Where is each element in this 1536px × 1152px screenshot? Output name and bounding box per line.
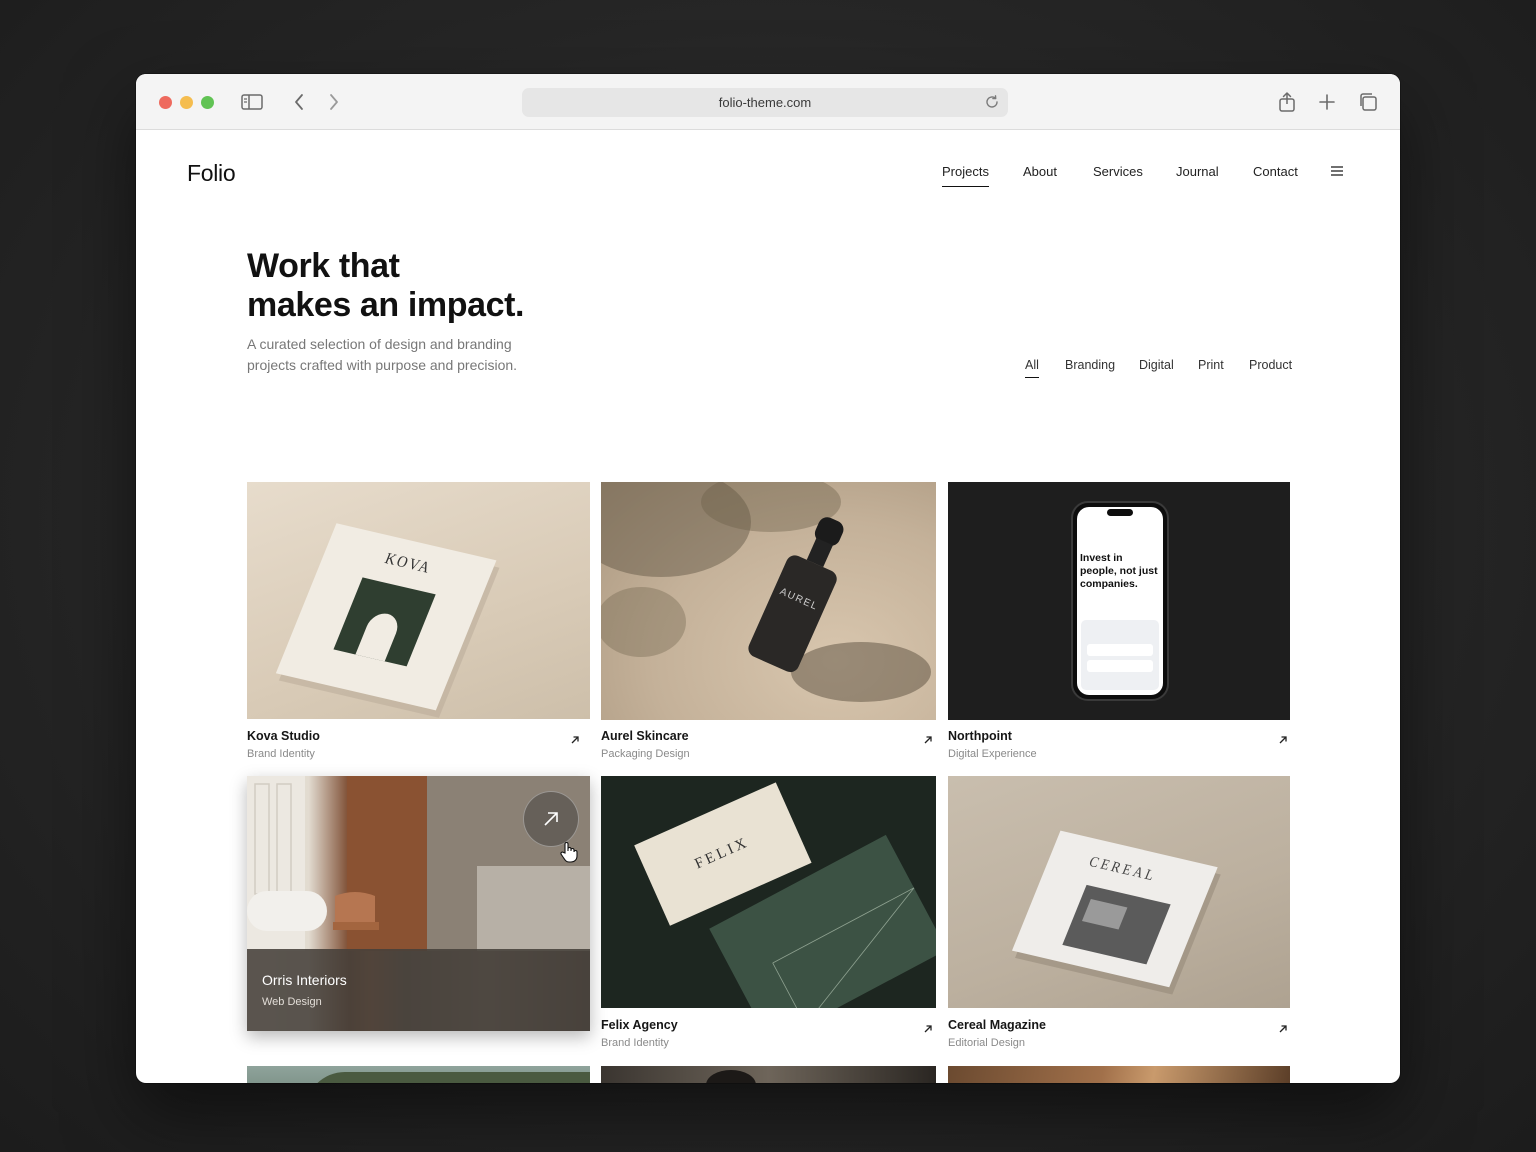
page-title: Work that makes an impact. (247, 247, 524, 325)
filter-digital[interactable]: Digital (1139, 358, 1174, 372)
web-page: Folio Projects About Services Journal Co… (136, 130, 1400, 1083)
minimize-window-button[interactable] (180, 96, 193, 109)
project-image-cereal: CEREAL (948, 776, 1290, 1008)
project-image-felix: FELIX (601, 776, 936, 1008)
nav-journal[interactable]: Journal (1176, 164, 1219, 179)
browser-toolbar: folio-theme.com (136, 74, 1400, 130)
share-icon[interactable] (1275, 90, 1299, 114)
site-logo[interactable]: Folio (187, 160, 236, 187)
filter-all[interactable]: All (1025, 358, 1039, 378)
project-card-orris[interactable]: Orris Interiors Web Design (247, 776, 590, 1031)
hamburger-menu-icon[interactable] (1329, 163, 1345, 179)
project-card-felix[interactable]: FELIX Felix Agency Brand Identity (601, 776, 936, 1056)
hover-overlay (247, 949, 590, 1031)
project-title: Aurel Skincare (601, 729, 689, 743)
project-title: Kova Studio (247, 729, 320, 743)
project-category: Brand Identity (247, 748, 315, 760)
project-card-northpoint[interactable]: Invest in people, not just companies. No… (948, 482, 1290, 772)
project-title: Felix Agency (601, 1018, 678, 1032)
arrow-up-right-icon (570, 732, 580, 744)
arrow-up-right-icon (1278, 1021, 1288, 1033)
project-image-kova: KOVA (247, 482, 590, 719)
nav-contact[interactable]: Contact (1253, 164, 1298, 179)
page-subtitle: A curated selection of design and brandi… (247, 336, 518, 373)
arrow-up-right-icon (923, 732, 933, 744)
new-tab-icon[interactable] (1315, 90, 1339, 114)
project-image-northpoint: Invest in people, not just companies. (948, 482, 1290, 720)
project-category: Digital Experience (948, 748, 1037, 760)
title-line-2: makes an impact. (247, 286, 525, 324)
sidebar-toggle-icon[interactable] (240, 90, 264, 114)
nav-projects[interactable]: Projects (942, 164, 989, 187)
title-line-1: Work that (247, 247, 400, 285)
filter-branding[interactable]: Branding (1065, 358, 1115, 372)
back-icon[interactable] (287, 90, 311, 114)
project-title: Northpoint (948, 729, 1012, 743)
open-project-button[interactable] (523, 791, 579, 847)
project-card-aurel[interactable]: AUREL Aurel Skincare Packaging Design (601, 482, 936, 772)
close-window-button[interactable] (159, 96, 172, 109)
project-category: Brand Identity (601, 1037, 669, 1049)
partial-image-shape (305, 1072, 590, 1083)
tab-overview-icon[interactable] (1356, 90, 1380, 114)
project-card-cereal[interactable]: CEREAL Cereal Magazine Editorial Design (948, 776, 1290, 1056)
filter-print[interactable]: Print (1198, 358, 1224, 372)
reload-icon[interactable] (984, 94, 1000, 110)
nav-services[interactable]: Services (1093, 164, 1143, 179)
url-text: folio-theme.com (718, 95, 812, 110)
arrow-up-right-icon (544, 812, 558, 826)
project-card-kova[interactable]: KOVA Kova Studio Brand Identity (247, 482, 590, 772)
project-image-aurel: AUREL (601, 482, 936, 720)
project-title: Cereal Magazine (948, 1018, 1046, 1032)
project-title: Orris Interiors (262, 972, 347, 988)
project-card-partial-3[interactable] (948, 1066, 1290, 1083)
arrow-up-right-icon (1278, 732, 1288, 744)
hand-cursor-icon (559, 841, 579, 863)
project-category: Web Design (262, 996, 322, 1008)
project-category: Editorial Design (948, 1037, 1026, 1049)
arrow-up-right-icon (923, 1021, 933, 1033)
filter-product[interactable]: Product (1249, 358, 1292, 372)
nav-about[interactable]: About (1023, 164, 1057, 179)
partial-image-figure (706, 1070, 756, 1083)
project-category: Packaging Design (601, 748, 690, 760)
browser-window: folio-theme.com Folio Projects About Ser… (136, 74, 1400, 1083)
project-card-partial-1[interactable] (247, 1066, 590, 1083)
zoom-window-button[interactable] (201, 96, 214, 109)
forward-icon[interactable] (322, 90, 346, 114)
project-card-partial-2[interactable] (601, 1066, 936, 1083)
address-bar[interactable]: folio-theme.com (522, 88, 1008, 117)
northpoint-screen-text: Invest in people, not just companies. (1080, 552, 1158, 590)
